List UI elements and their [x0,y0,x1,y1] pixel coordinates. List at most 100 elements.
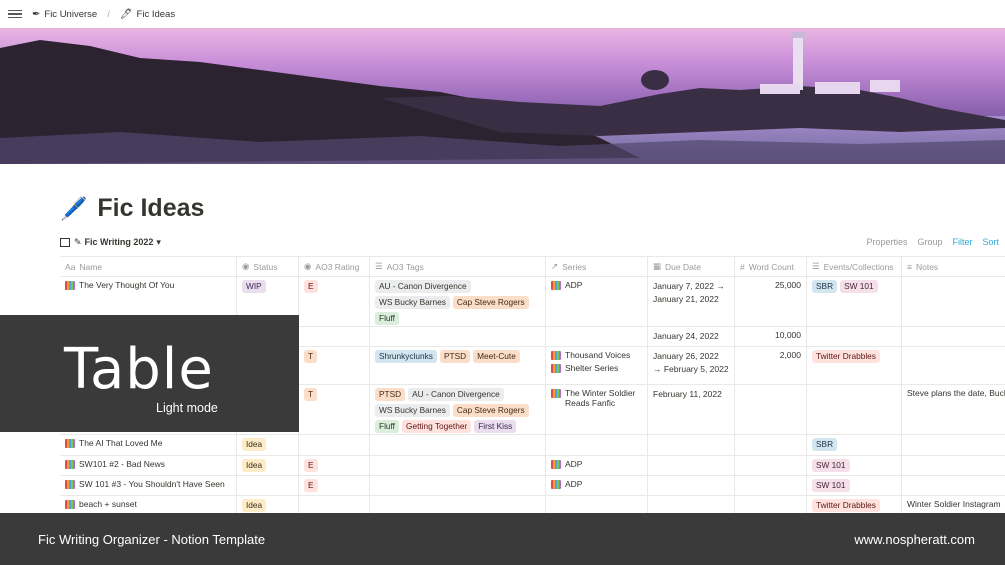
cell-notes[interactable]: Steve plans the date, Bucky [902,385,1005,434]
cell-name[interactable]: SW101 #2 - Bad News [60,456,237,475]
cell-status[interactable] [237,476,299,495]
cell-name[interactable]: SW 101 #3 - You Shouldn't Have Seen [60,476,237,495]
series-link[interactable]: The Winter Soldier Reads Fanfic [551,388,642,408]
row-title[interactable]: SW101 #2 - Bad News [79,459,165,469]
cell-due-date[interactable]: January 26, 2022 → February 5, 2022 [648,347,735,384]
footer-banner: Fic Writing Organizer - Notion Template … [0,513,1005,565]
cell-word-count[interactable]: 25,000 [735,277,807,326]
cell-rating[interactable]: T [299,385,370,434]
view-selector[interactable]: ✎ Fic Writing 2022 ▾ [74,237,161,248]
status-badge: Idea [242,438,267,451]
cell-events[interactable]: Twitter Drabbles [807,347,902,384]
cell-series[interactable]: ADP [546,476,648,495]
cell-tags[interactable]: AU - Canon Divergence WS Bucky Barnes Cap … [370,277,546,326]
cell-series[interactable]: The Winter Soldier Reads Fanfic [546,385,648,434]
filter-button[interactable]: Filter [952,237,972,247]
cell-notes[interactable] [902,435,1005,455]
column-header-tags[interactable]: ☰ AO3 Tags [370,257,546,276]
cell-tags[interactable] [370,435,546,455]
cell-notes[interactable] [902,327,1005,346]
cell-word-count[interactable] [735,435,807,455]
cell-word-count[interactable] [735,456,807,475]
column-header-name[interactable]: Aa Name [60,257,237,276]
cell-rating[interactable] [299,327,370,346]
cell-word-count[interactable] [735,476,807,495]
cell-due-date[interactable] [648,476,735,495]
series-link[interactable]: Thousand Voices [551,350,642,360]
cell-tags[interactable] [370,456,546,475]
cell-series[interactable] [546,435,648,455]
cell-notes[interactable] [902,277,1005,326]
cell-word-count[interactable]: 10,000 [735,327,807,346]
page-icon [65,439,75,448]
series-link[interactable]: ADP [551,459,642,469]
column-header-series[interactable]: ↗ Series [546,257,648,276]
column-header-status[interactable]: ◉ Status [237,257,299,276]
cell-tags[interactable]: Shrunkyclunks PTSD Meet-Cute [370,347,546,384]
cell-events[interactable] [807,327,902,346]
cell-rating[interactable]: E [299,277,370,326]
pen-icon: ✎ [74,236,82,247]
pen-icon: 🖊️ [60,195,88,221]
cell-tags[interactable] [370,327,546,346]
rating-badge: E [304,280,318,293]
view-bar: ✎ Fic Writing 2022 ▾ Properties Group Fi… [60,234,1005,250]
cell-events[interactable] [807,385,902,434]
cell-notes[interactable] [902,347,1005,384]
series-link[interactable]: ADP [551,280,642,290]
cell-events[interactable]: SW 101 [807,456,902,475]
cell-notes[interactable] [902,456,1005,475]
cell-due-date[interactable]: January 7, 2022 → January 21, 2022 [648,277,735,326]
cell-due-date[interactable] [648,456,735,475]
series-link[interactable]: Shelter Series [551,363,642,373]
properties-button[interactable]: Properties [866,237,907,247]
cell-tags[interactable]: PTSD AU - Canon Divergence WS Bucky Barnes… [370,385,546,434]
cell-rating[interactable]: E [299,456,370,475]
cell-series[interactable]: Thousand Voices Shelter Series [546,347,648,384]
list-icon: ☰ [375,261,383,271]
table-row[interactable]: SW101 #2 - Bad News Idea E ADP SW 101 [60,456,1005,476]
series-link[interactable]: ADP [551,479,642,489]
cell-due-date[interactable]: January 24, 2022 [648,327,735,346]
cell-rating[interactable] [299,435,370,455]
cell-due-date[interactable]: February 11, 2022 [648,385,735,434]
series-name: Shelter Series [565,363,619,373]
relation-icon: ↗ [551,261,559,271]
column-header-events[interactable]: ☰ Events/Collections [807,257,902,276]
row-title[interactable]: SW 101 #3 - You Shouldn't Have Seen [79,479,225,489]
breadcrumb-page[interactable]: Fic Ideas [137,9,176,20]
rating-badge: E [304,479,318,492]
column-header-words[interactable]: # Word Count [735,257,807,276]
cell-due-date[interactable] [648,435,735,455]
cell-events[interactable]: SW 101 [807,476,902,495]
cell-series[interactable] [546,327,648,346]
cell-series[interactable]: ADP [546,277,648,326]
breadcrumb-workspace[interactable]: Fic Universe [44,9,97,20]
tag-list: PTSD AU - Canon Divergence WS Bucky Barnes… [375,388,540,433]
row-title[interactable]: The AI That Loved Me [79,438,162,448]
cell-word-count[interactable] [735,385,807,434]
row-title[interactable]: beach + sunset [79,499,137,509]
column-header-due[interactable]: ▦ Due Date [648,257,735,276]
cell-name[interactable]: The AI That Loved Me [60,435,237,455]
sort-button[interactable]: Sort [982,237,999,247]
cell-notes[interactable] [902,476,1005,495]
cell-tags[interactable] [370,476,546,495]
cell-series[interactable]: ADP [546,456,648,475]
cell-rating[interactable]: T [299,347,370,384]
cell-status[interactable]: Idea [237,435,299,455]
cell-rating[interactable]: E [299,476,370,495]
cell-status[interactable]: Idea [237,456,299,475]
table-row[interactable]: The AI That Loved Me Idea SBR [60,435,1005,456]
table-row[interactable]: SW 101 #3 - You Shouldn't Have Seen E ADP S… [60,476,1005,496]
row-title[interactable]: The Very Thought Of You [79,280,174,290]
cell-events[interactable]: SBR SW 101 [807,277,902,326]
column-header-rating[interactable]: ◉ AO3 Rating [299,257,370,276]
cell-events[interactable]: SBR [807,435,902,455]
cell-word-count[interactable]: 2,000 [735,347,807,384]
menu-icon[interactable] [8,9,22,19]
book-icon [551,389,561,398]
column-header-notes[interactable]: ≡ Notes [902,257,1005,276]
footer-url: www.nospheratt.com [854,531,975,547]
group-button[interactable]: Group [917,237,942,247]
